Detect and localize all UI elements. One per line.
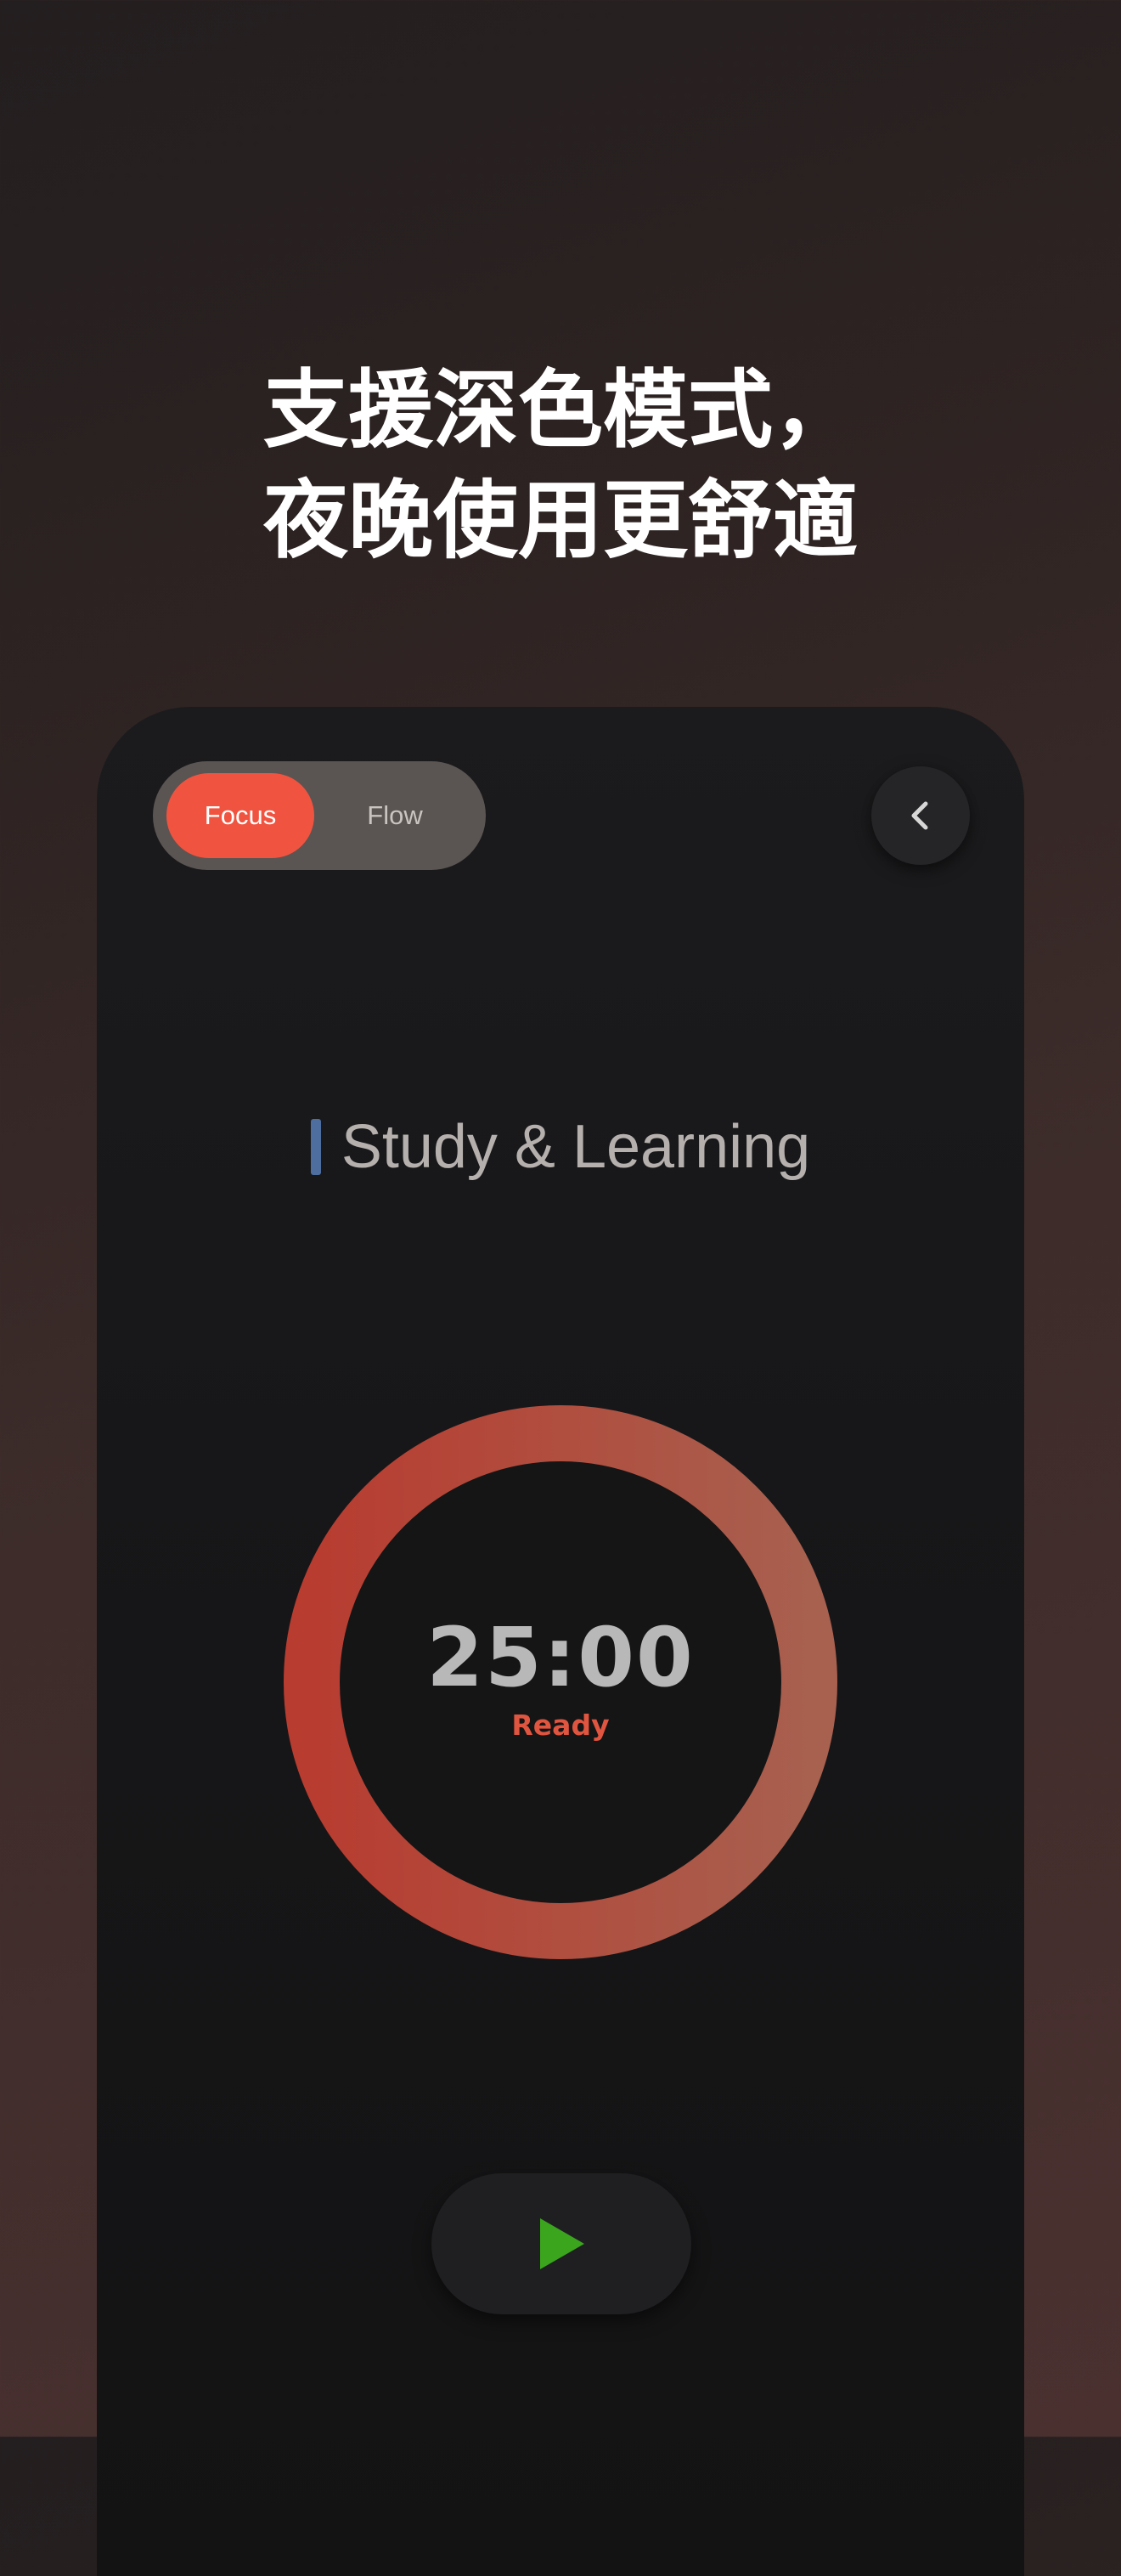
play-icon (540, 2218, 584, 2269)
category-title: Study & Learning (97, 1104, 1024, 1189)
headline-line-1: 支援深色模式， (263, 360, 858, 460)
headline-line-2: 夜晚使用更舒適 (263, 471, 858, 570)
headline: 支援深色模式， 夜晚使用更舒適 (0, 355, 1121, 576)
chevron-left-icon (911, 801, 928, 830)
mode-option-flow[interactable]: Flow (321, 773, 469, 858)
category-label: Study & Learning (341, 1113, 811, 1181)
timer-time: 25:00 (426, 1609, 695, 1705)
timer-ring: 25:00 Ready (284, 1405, 837, 1959)
mode-option-focus[interactable]: Focus (166, 773, 314, 858)
timer-readout: 25:00 Ready (284, 1405, 837, 1959)
phone-screen: Focus Flow Study & Learning 25:00 Ready (97, 707, 1024, 2576)
timer-status: Ready (511, 1708, 610, 1742)
category-color-marker (310, 1119, 321, 1175)
back-button[interactable] (871, 766, 970, 865)
play-button[interactable] (431, 2173, 691, 2314)
mode-toggle: Focus Flow (153, 761, 486, 870)
